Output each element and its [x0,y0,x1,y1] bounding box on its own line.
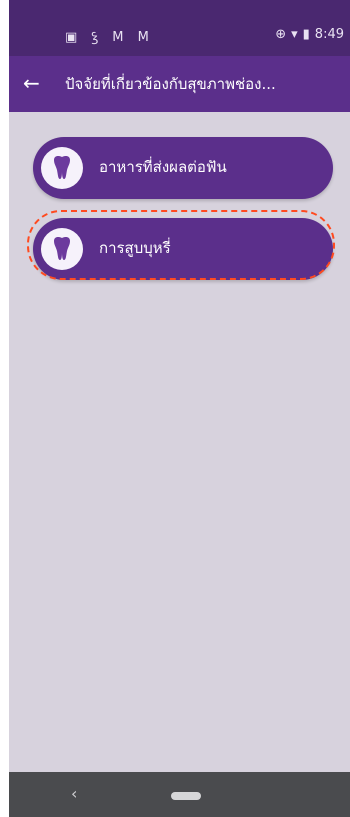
clock: 8:49 [314,27,344,42]
menu-item-label: การสูบบุหรี่ [99,239,171,257]
nav-back-icon[interactable]: ‹ [71,784,77,803]
gmail-icon: M [112,30,129,45]
phone-screen: ▣ ꝣ M M ⊕ ▾ ▮ 8:49 ← ปัจจัยที่เกี่ยวข้อง… [9,0,350,817]
system-icons: ⊕ ▾ ▮ 8:49 [275,27,344,42]
tooth-icon [41,228,83,270]
menu-item-label: อาหารที่ส่งผลต่อฟัน [99,158,227,176]
vibrate-icon: ⊕ [275,27,287,42]
app-bar: ← ปัจจัยที่เกี่ยวข้องกับสุขภาพช่อง... [9,56,350,112]
menu-item-smoking[interactable]: การสูบบุหรี่ [33,218,333,280]
menu-item-food-affecting-teeth[interactable]: อาหารที่ส่งผลต่อฟัน [33,137,333,199]
tooth-icon [41,147,83,189]
nav-home-pill[interactable] [171,792,201,800]
back-arrow-icon[interactable]: ← [23,71,40,95]
notification-icons: ▣ ꝣ M M [65,27,154,45]
page-title: ปัจจัยที่เกี่ยวข้องกับสุขภาพช่อง... [65,75,276,93]
status-bar: ▣ ꝣ M M ⊕ ▾ ▮ 8:49 [9,0,350,56]
sim-card-icon: ▣ [65,30,83,45]
assistant-icon: ꝣ [91,30,104,45]
battery-icon: ▮ [302,27,310,42]
gmail-icon: M [137,30,154,45]
main-content: อาหารที่ส่งผลต่อฟัน การสูบบุหรี่ [9,112,350,772]
wifi-icon: ▾ [291,27,298,42]
android-nav-bar: ‹ [9,772,350,817]
